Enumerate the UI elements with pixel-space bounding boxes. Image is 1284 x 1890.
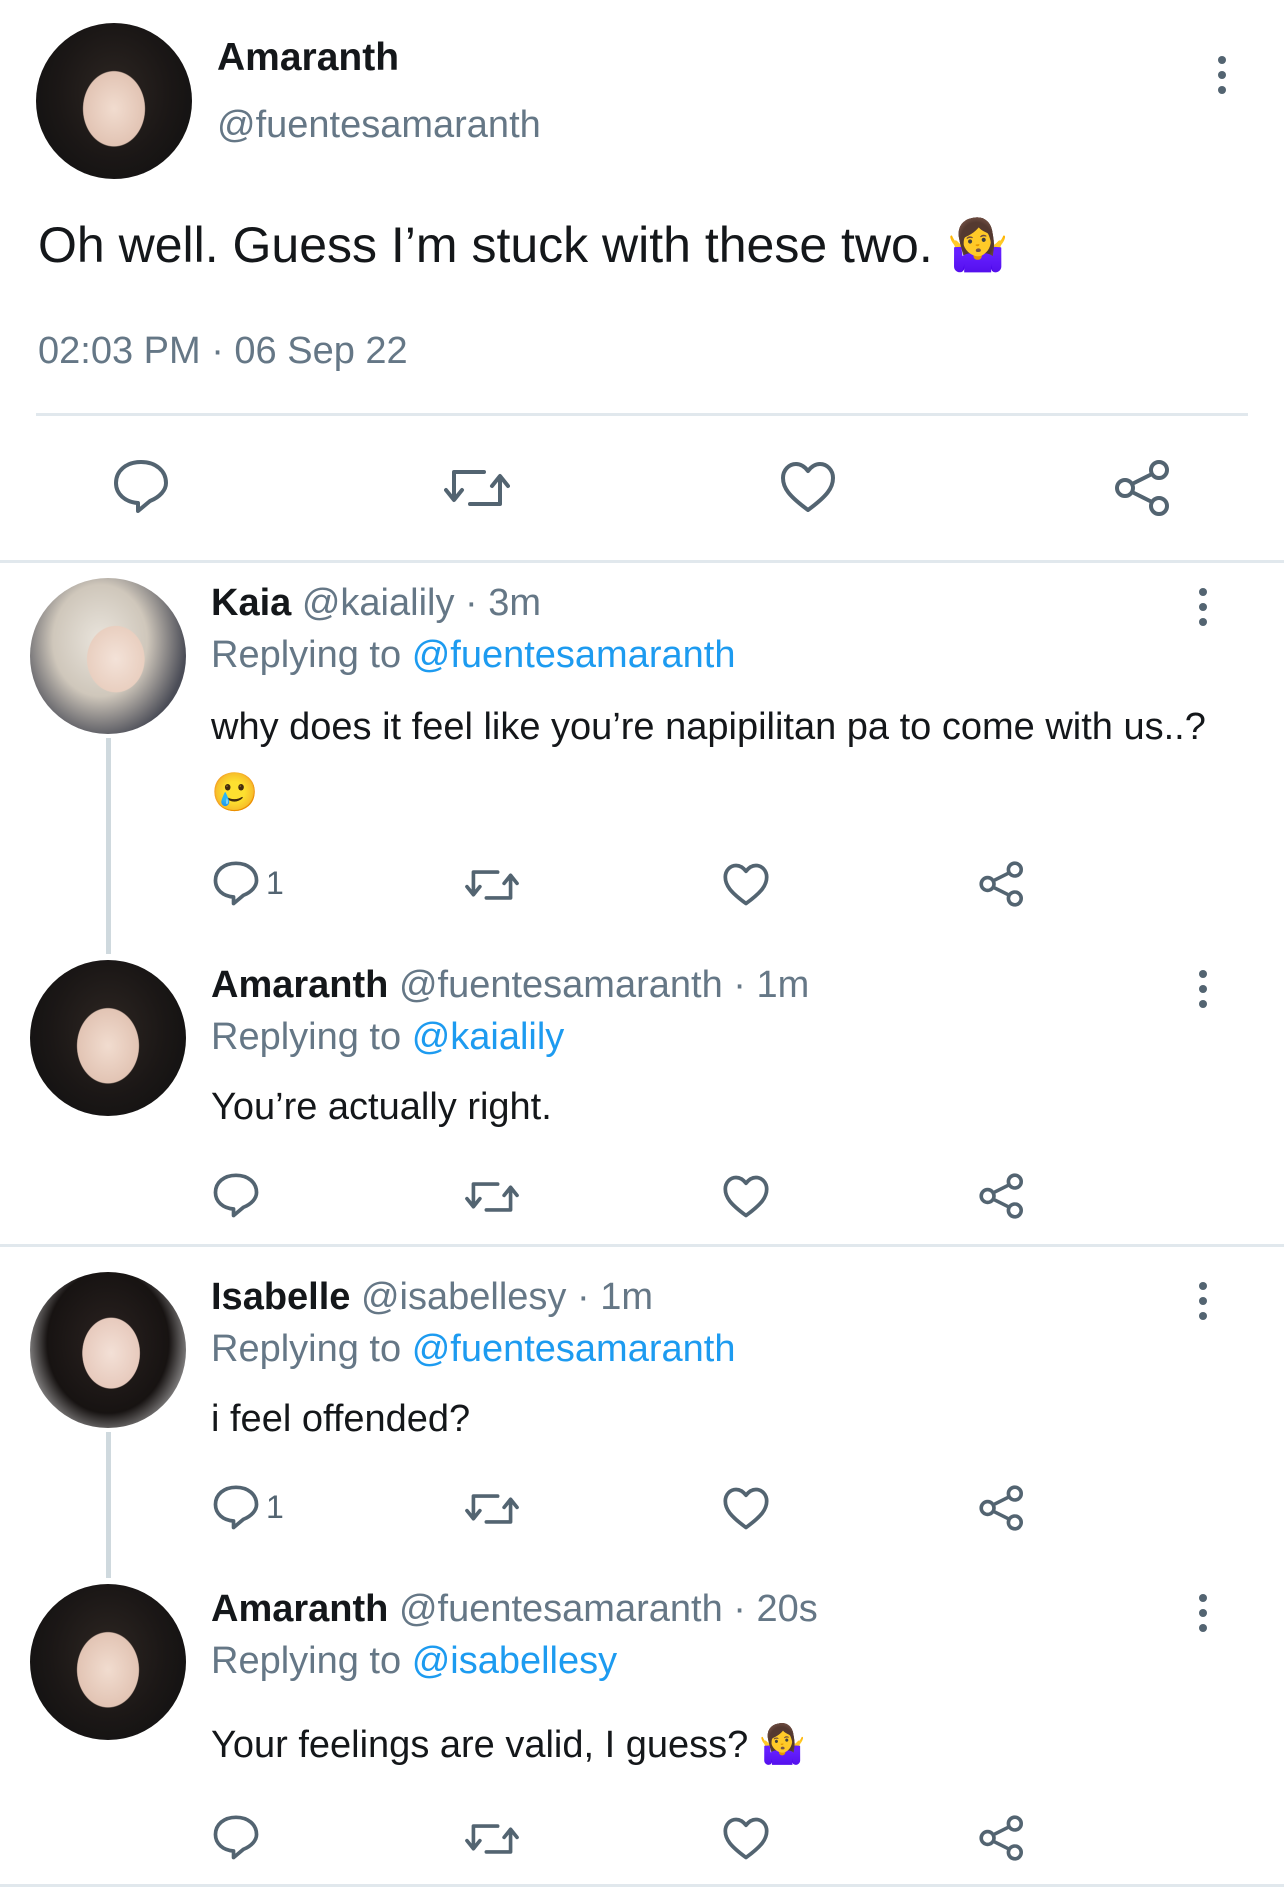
reply-count: 1 (266, 1488, 284, 1525)
retweet-button[interactable] (444, 462, 510, 514)
replying-to: Replying to @kaialily (211, 1016, 564, 1059)
author-meta: @kaialily · 3m (301, 582, 542, 624)
author-name[interactable]: Amaranth (211, 964, 388, 1006)
reply-button[interactable]: 1 (212, 1484, 284, 1530)
reply-icon (213, 861, 259, 906)
thread-line (106, 738, 111, 954)
divider (0, 1244, 1284, 1247)
more-options-icon[interactable] (1197, 1594, 1209, 1632)
reply-button[interactable]: 1 (212, 860, 284, 906)
like-button[interactable] (779, 460, 837, 514)
like-icon (723, 1487, 769, 1530)
replying-to-prefix: Replying to (211, 1328, 402, 1370)
more-options-icon[interactable] (1197, 588, 1209, 626)
retweet-button[interactable] (465, 1488, 519, 1530)
retweet-icon (444, 470, 510, 506)
author-name[interactable]: Isabelle (211, 1276, 350, 1318)
replying-to: Replying to @fuentesamaranth (211, 634, 735, 677)
replying-to-handle[interactable]: @isabellesy (412, 1640, 617, 1682)
reply-icon (213, 1173, 259, 1218)
share-button[interactable] (978, 860, 1026, 908)
share-button[interactable] (978, 1814, 1026, 1862)
reply-button[interactable] (212, 1172, 266, 1218)
like-button[interactable] (722, 862, 770, 907)
author-name[interactable]: Amaranth (217, 36, 399, 80)
author-meta: @fuentesamaranth · 20s (398, 1588, 818, 1630)
divider (0, 560, 1284, 563)
share-icon (1115, 460, 1169, 516)
more-options-icon[interactable] (1197, 1282, 1209, 1320)
avatar[interactable] (36, 23, 192, 179)
retweet-button[interactable] (465, 1818, 519, 1860)
share-icon (979, 1815, 1023, 1861)
avatar[interactable] (30, 578, 186, 734)
author-meta: @fuentesamaranth · 1m (398, 964, 810, 1006)
reply-header: Amaranth @fuentesamaranth · 1m (211, 964, 809, 1007)
like-button[interactable] (722, 1816, 770, 1861)
reply-button[interactable] (112, 458, 170, 514)
like-icon (781, 462, 835, 512)
retweet-icon (465, 1182, 519, 1212)
divider (36, 413, 1248, 416)
share-icon (979, 1485, 1023, 1531)
reply-count: 1 (266, 864, 284, 901)
reply-icon (213, 1815, 259, 1860)
author-name[interactable]: Kaia (211, 582, 291, 624)
author-meta: @isabellesy · 1m (360, 1276, 653, 1318)
author-handle[interactable]: @fuentesamaranth (217, 104, 541, 147)
reply-icon (114, 460, 168, 513)
reply-icon (213, 1485, 259, 1530)
retweet-icon (465, 1494, 519, 1524)
replying-to: Replying to @isabellesy (211, 1640, 617, 1683)
like-icon (723, 863, 769, 906)
replying-to-prefix: Replying to (211, 634, 402, 676)
reply-button[interactable] (212, 1814, 266, 1860)
retweet-icon (465, 1824, 519, 1854)
reply-text: why does it feel like you’re napipilitan… (211, 706, 1206, 814)
replying-to-handle[interactable]: @fuentesamaranth (412, 634, 736, 676)
share-icon (979, 861, 1023, 907)
thread-line (106, 1432, 111, 1578)
reply-header: Isabelle @isabellesy · 1m (211, 1276, 653, 1319)
share-button[interactable] (978, 1172, 1026, 1220)
reply-header: Kaia @kaialily · 3m (211, 582, 541, 625)
retweet-icon (465, 870, 519, 900)
tweet-timestamp: 02:03 PM · 06 Sep 22 (38, 330, 408, 372)
divider (0, 1884, 1284, 1887)
replying-to: Replying to @fuentesamaranth (211, 1328, 735, 1371)
author-name[interactable]: Amaranth (211, 1588, 388, 1630)
replying-to-prefix: Replying to (211, 1640, 402, 1682)
avatar[interactable] (30, 960, 186, 1116)
like-button[interactable] (722, 1486, 770, 1531)
reply-text: Your feelings are valid, I guess? 🤷‍♀️ (211, 1724, 807, 1766)
reply-text: i feel offended? (211, 1398, 471, 1440)
more-options-icon[interactable] (1216, 56, 1228, 94)
reply-header: Amaranth @fuentesamaranth · 20s (211, 1588, 818, 1631)
share-icon (979, 1173, 1023, 1219)
avatar[interactable] (30, 1272, 186, 1428)
like-icon (723, 1817, 769, 1860)
replying-to-handle[interactable]: @fuentesamaranth (412, 1328, 736, 1370)
retweet-button[interactable] (465, 1176, 519, 1218)
replying-to-handle[interactable]: @kaialily (412, 1016, 565, 1058)
like-icon (723, 1175, 769, 1218)
more-options-icon[interactable] (1197, 970, 1209, 1008)
reply-text: You’re actually right. (211, 1086, 552, 1128)
like-button[interactable] (722, 1174, 770, 1219)
share-button[interactable] (1113, 458, 1173, 518)
share-button[interactable] (978, 1484, 1026, 1532)
avatar[interactable] (30, 1584, 186, 1740)
tweet-text: Oh well. Guess I’m stuck with these two.… (38, 217, 1009, 273)
replying-to-prefix: Replying to (211, 1016, 402, 1058)
retweet-button[interactable] (465, 864, 519, 906)
